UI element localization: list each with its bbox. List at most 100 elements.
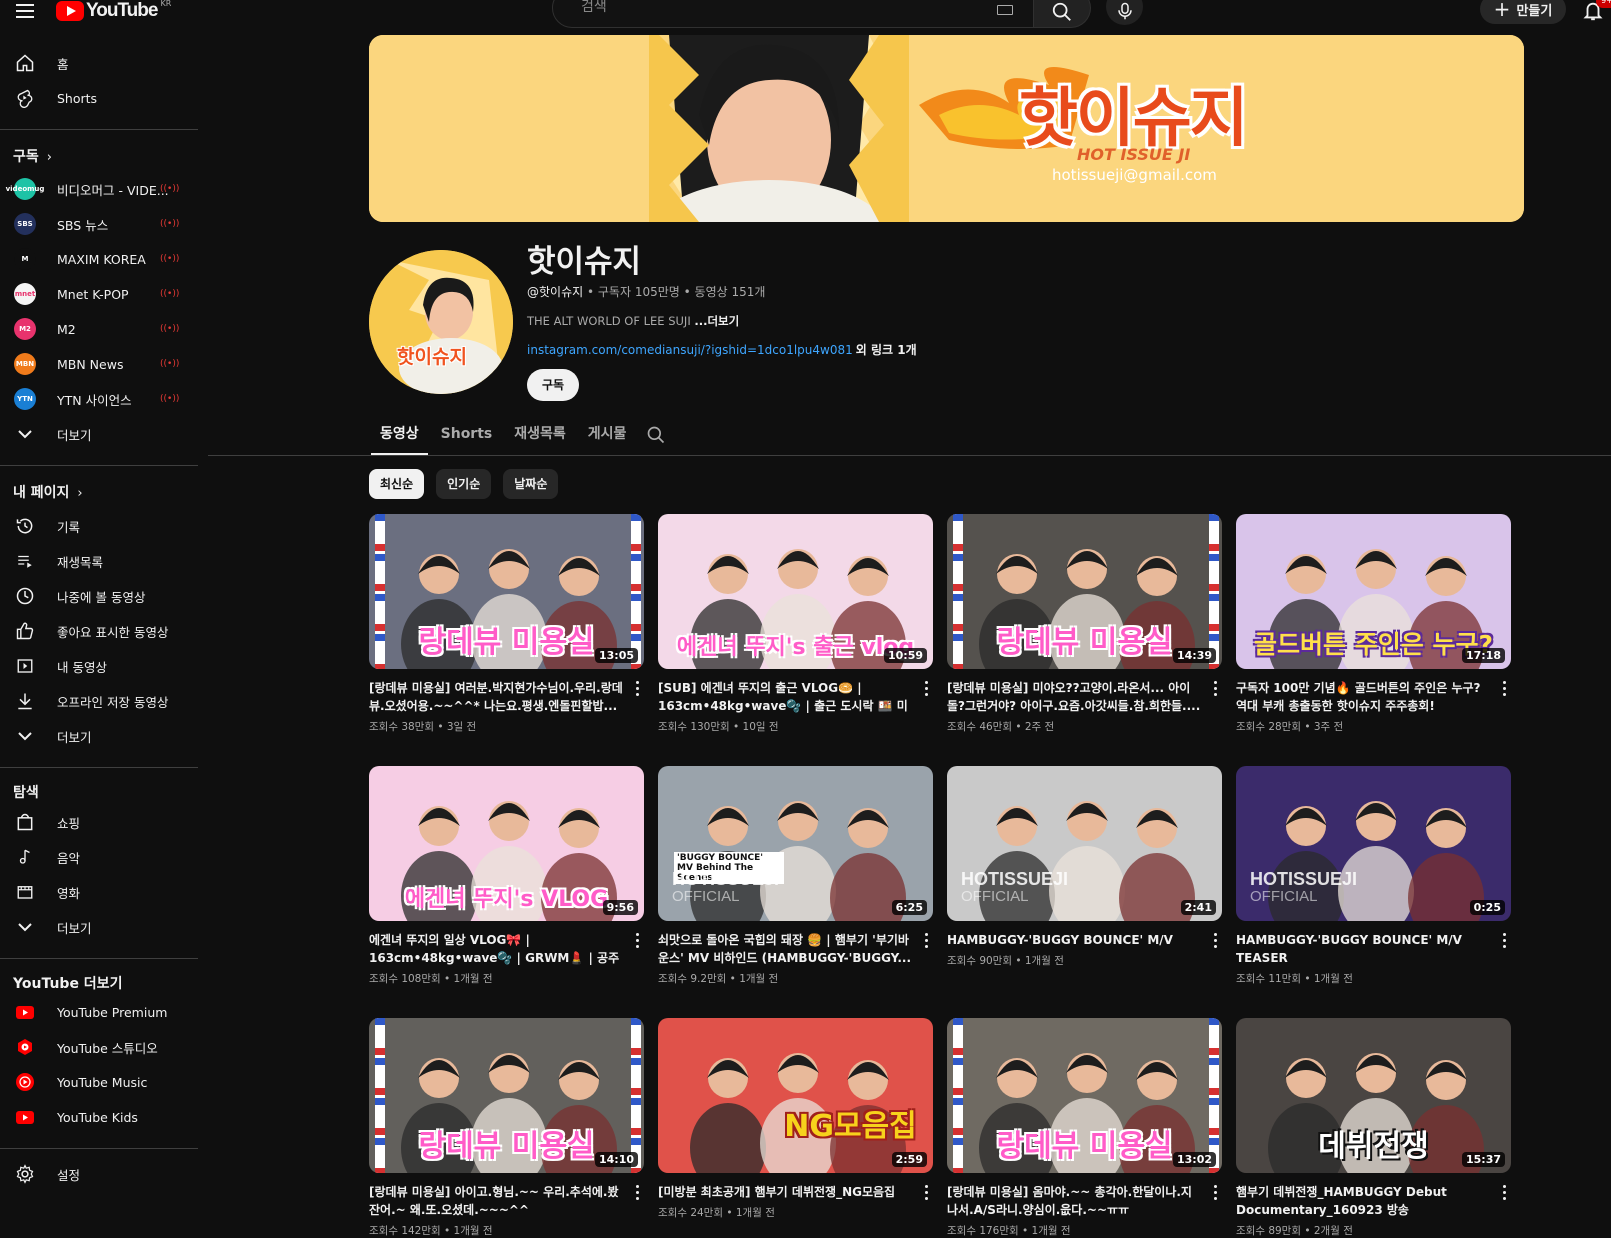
sidebar-item-music[interactable]: 음악 (0, 839, 198, 875)
sidebar-item-youtube-premium[interactable]: YouTube Premium (0, 994, 198, 1030)
chip-oldest[interactable]: 날짜순 (503, 469, 559, 499)
video-title[interactable]: [랑데뷰 미용실] 옴마야.~~ 총각아.한달이나.지나서.A/S라니.양심이.… (947, 1183, 1202, 1219)
tab-shorts[interactable]: Shorts (430, 420, 504, 455)
sidebar-subscription-item[interactable]: YTN YTN 사이언스 ((•)) (0, 381, 198, 417)
video-title[interactable]: 햄부기 데뷔전쟁_HAMBUGGY Debut Documentary_1609… (1236, 1183, 1491, 1219)
sidebar-item-shorts[interactable]: Shorts (0, 80, 198, 116)
more-options-icon[interactable] (1212, 1184, 1218, 1202)
sidebar-item-playlists[interactable]: 재생목록 (0, 543, 198, 579)
voice-search-button[interactable] (1106, 0, 1143, 25)
video-thumbnail[interactable]: HOTISSUEJI OFFICIAL 0:25 (1236, 766, 1511, 921)
more-options-icon[interactable] (634, 1184, 640, 1202)
video-thumbnail[interactable]: 데뷔전쟁 15:37 (1236, 1018, 1511, 1173)
video-card[interactable]: 랑데뷰 미용실 14:10 [랑데뷰 미용실] 아이고.형님.~~ 우리.추석에.봤… (369, 1018, 644, 1238)
tab-videos[interactable]: 동영상 (369, 420, 430, 455)
tab-playlists[interactable]: 재생목록 (503, 420, 577, 455)
sidebar-subscription-item[interactable]: SBS SBS 뉴스 ((•)) (0, 206, 198, 242)
video-title[interactable]: [SUB] 에겐녀 뚜지의 출근 VLOG🥯 | 163cm•48kg•wave… (658, 679, 913, 715)
chip-latest[interactable]: 최신순 (369, 469, 425, 499)
sidebar-item-settings[interactable]: 설정 (0, 1156, 198, 1192)
search-button[interactable] (1034, 0, 1091, 28)
video-thumbnail[interactable]: 'BUGGY BOUNCE' MV Behind The Scenes HOTIS… (658, 766, 933, 921)
sidebar-explore-more[interactable]: 더보기 (0, 909, 198, 945)
video-thumbnail[interactable]: NG모음집 2:59 (658, 1018, 933, 1173)
menu-icon[interactable] (14, 2, 36, 20)
sidebar-subs-more[interactable]: 더보기 (0, 416, 198, 452)
sidebar-item-youtube-kids[interactable]: YouTube Kids (0, 1099, 198, 1135)
video-thumbnail[interactable]: 에겐녀 뚜지's VLOG 9:56 (369, 766, 644, 921)
tab-posts[interactable]: 게시물 (577, 420, 638, 455)
create-button[interactable]: + 만들기 (1480, 0, 1566, 24)
video-card[interactable]: 랑데뷰 미용실 13:05 [랑데뷰 미용실] 여러분.박지현가수님이.우리.랑데뷰… (369, 514, 644, 734)
video-title[interactable]: [랑데뷰 미용실] 미야오??고양이.라온서... 아이돌?그런거야? 아이구.… (947, 679, 1202, 715)
sidebar-item-shopping[interactable]: 쇼핑 (0, 804, 198, 840)
subscribe-button[interactable]: 구독 (527, 369, 579, 401)
sidebar-item-home[interactable]: 홈 (0, 45, 198, 81)
video-card[interactable]: 에겐녀 뚜지's 출근 vlog 10:59 [SUB] 에겐녀 뚜지의 출근 VL… (658, 514, 933, 734)
chip-popular[interactable]: 인기순 (436, 469, 492, 499)
video-title[interactable]: 쇠맛으로 돌아온 국힙의 돼장 🍔 | 햄부기 '부기바운스' MV 비하인드 … (658, 931, 913, 967)
sidebar-subscription-item[interactable]: MBN MBN News ((•)) (0, 346, 198, 382)
video-card[interactable]: 데뷔전쟁 15:37 햄부기 데뷔전쟁_HAMBUGGY Debut Documen… (1236, 1018, 1511, 1238)
video-title[interactable]: [미방분 최초공개] 햄부기 데뷔전쟁_NG모음집 (658, 1183, 913, 1201)
more-options-icon[interactable] (634, 680, 640, 698)
sidebar-item-label: YouTube 스튜디오 (57, 1040, 158, 1056)
video-card[interactable]: HOTISSUEJI OFFICIAL 2:41 HAMBUGGY-'BUGGY BO… (947, 766, 1222, 968)
more-options-icon[interactable] (1501, 1184, 1507, 1202)
video-thumbnail[interactable]: HOTISSUEJI OFFICIAL 2:41 (947, 766, 1222, 921)
sidebar-subscription-item[interactable]: M MAXIM KOREA ((•)) (0, 241, 198, 277)
video-thumbnail[interactable]: 골드버튼 주인은 누구? 17:18 (1236, 514, 1511, 669)
video-title[interactable]: HAMBUGGY-'BUGGY BOUNCE' M/V (947, 931, 1202, 949)
sidebar-item-liked[interactable]: 좋아요 표시한 동영상 (0, 613, 198, 649)
sidebar-item-youtube-studio[interactable]: YouTube 스튜디오 (0, 1029, 198, 1065)
video-card[interactable]: 'BUGGY BOUNCE' MV Behind The Scenes HOTIS… (658, 766, 933, 986)
sidebar-you-more[interactable]: 더보기 (0, 718, 198, 754)
more-options-icon[interactable] (923, 932, 929, 950)
video-card[interactable]: NG모음집 2:59 [미방분 최초공개] 햄부기 데뷔전쟁_NG모음집 조회수 24… (658, 1018, 933, 1220)
sidebar-item-youtube-music[interactable]: YouTube Music (0, 1064, 198, 1100)
more-options-icon[interactable] (923, 1184, 929, 1202)
sidebar-subscription-item[interactable]: videomug 비디오머그 - VIDE... ((•)) (0, 171, 198, 207)
video-thumbnail[interactable]: 랑데뷰 미용실 13:02 (947, 1018, 1222, 1173)
sidebar-item-your-videos[interactable]: 내 동영상 (0, 648, 198, 684)
sidebar-item-downloads[interactable]: 오프라인 저장 동영상 (0, 683, 198, 719)
video-thumbnail[interactable]: 랑데뷰 미용실 13:05 (369, 514, 644, 669)
video-card[interactable]: 랑데뷰 미용실 13:02 [랑데뷰 미용실] 옴마야.~~ 총각아.한달이나.지나… (947, 1018, 1222, 1238)
keyboard-icon[interactable] (997, 5, 1013, 15)
video-thumbnail[interactable]: 에겐녀 뚜지's 출근 vlog 10:59 (658, 514, 933, 669)
video-card[interactable]: 랑데뷰 미용실 14:39 [랑데뷰 미용실] 미야오??고양이.라온서... 아이… (947, 514, 1222, 734)
you-heading[interactable]: 내 페이지 › (13, 482, 83, 502)
sidebar-subscription-item[interactable]: mnet Mnet K-POP ((•)) (0, 276, 198, 312)
video-title[interactable]: [랑데뷰 미용실] 아이고.형님.~~ 우리.추석에.봤잔어.~ 왜.또.오셨데… (369, 1183, 624, 1219)
video-title[interactable]: [랑데뷰 미용실] 여러분.박지현가수님이.우리.랑데뷰.오셨어용.~~^^* … (369, 679, 624, 715)
video-card[interactable]: 에겐녀 뚜지's VLOG 9:56 에겐녀 뚜지의 일상 VLOG🎀 | 163c… (369, 766, 644, 986)
more-options-icon[interactable] (1212, 932, 1218, 950)
more-options-icon[interactable] (1501, 680, 1507, 698)
video-thumbnail[interactable]: 랑데뷰 미용실 14:10 (369, 1018, 644, 1173)
sidebar-item-watch-later[interactable]: 나중에 볼 동영상 (0, 578, 198, 614)
video-title[interactable]: HAMBUGGY-'BUGGY BOUNCE' M/V TEASER (1236, 931, 1491, 967)
more-links[interactable]: 외 링크 1개 (856, 343, 917, 357)
video-card[interactable]: HOTISSUEJI OFFICIAL 0:25 HAMBUGGY-'BUGGY BO… (1236, 766, 1511, 986)
video-meta: 조회수 90만회 • 1개월 전 (947, 955, 1064, 967)
video-card[interactable]: 골드버튼 주인은 누구? 17:18 구독자 100만 기념🔥 골드버튼의 주인은 … (1236, 514, 1511, 734)
overlay-title: HOTISSUEJI (672, 869, 780, 889)
video-thumbnail[interactable]: 랑데뷰 미용실 14:39 (947, 514, 1222, 669)
video-title[interactable]: 에겐녀 뚜지의 일상 VLOG🎀 | 163cm•48kg•wave🫧 | GR… (369, 931, 624, 967)
video-title[interactable]: 구독자 100만 기념🔥 골드버튼의 주인은 누구? 역대 부캐 총출동한 핫이… (1236, 679, 1491, 715)
more-options-icon[interactable] (923, 680, 929, 698)
sidebar-subscription-item[interactable]: M2 M2 ((•)) (0, 311, 198, 347)
youtube-logo[interactable]: YouTube KR (56, 0, 171, 22)
more-options-icon[interactable] (1501, 932, 1507, 950)
more-options-icon[interactable] (1212, 680, 1218, 698)
channel-avatar[interactable]: 핫이슈지 (369, 250, 513, 394)
more-options-icon[interactable] (634, 932, 640, 950)
search-input[interactable] (581, 0, 961, 15)
channel-description[interactable]: THE ALT WORLD OF LEE SUJI ...더보기 (527, 313, 739, 329)
channel-search-icon[interactable] (646, 425, 666, 445)
sidebar-item-history[interactable]: 기록 (0, 508, 198, 544)
instagram-link[interactable]: instagram.com/comediansuji/?igshid=1dco1… (527, 343, 853, 357)
more-link[interactable]: ...더보기 (694, 314, 739, 328)
subscriptions-heading[interactable]: 구독 › (13, 146, 52, 166)
sidebar-item-movies[interactable]: 영화 (0, 874, 198, 910)
